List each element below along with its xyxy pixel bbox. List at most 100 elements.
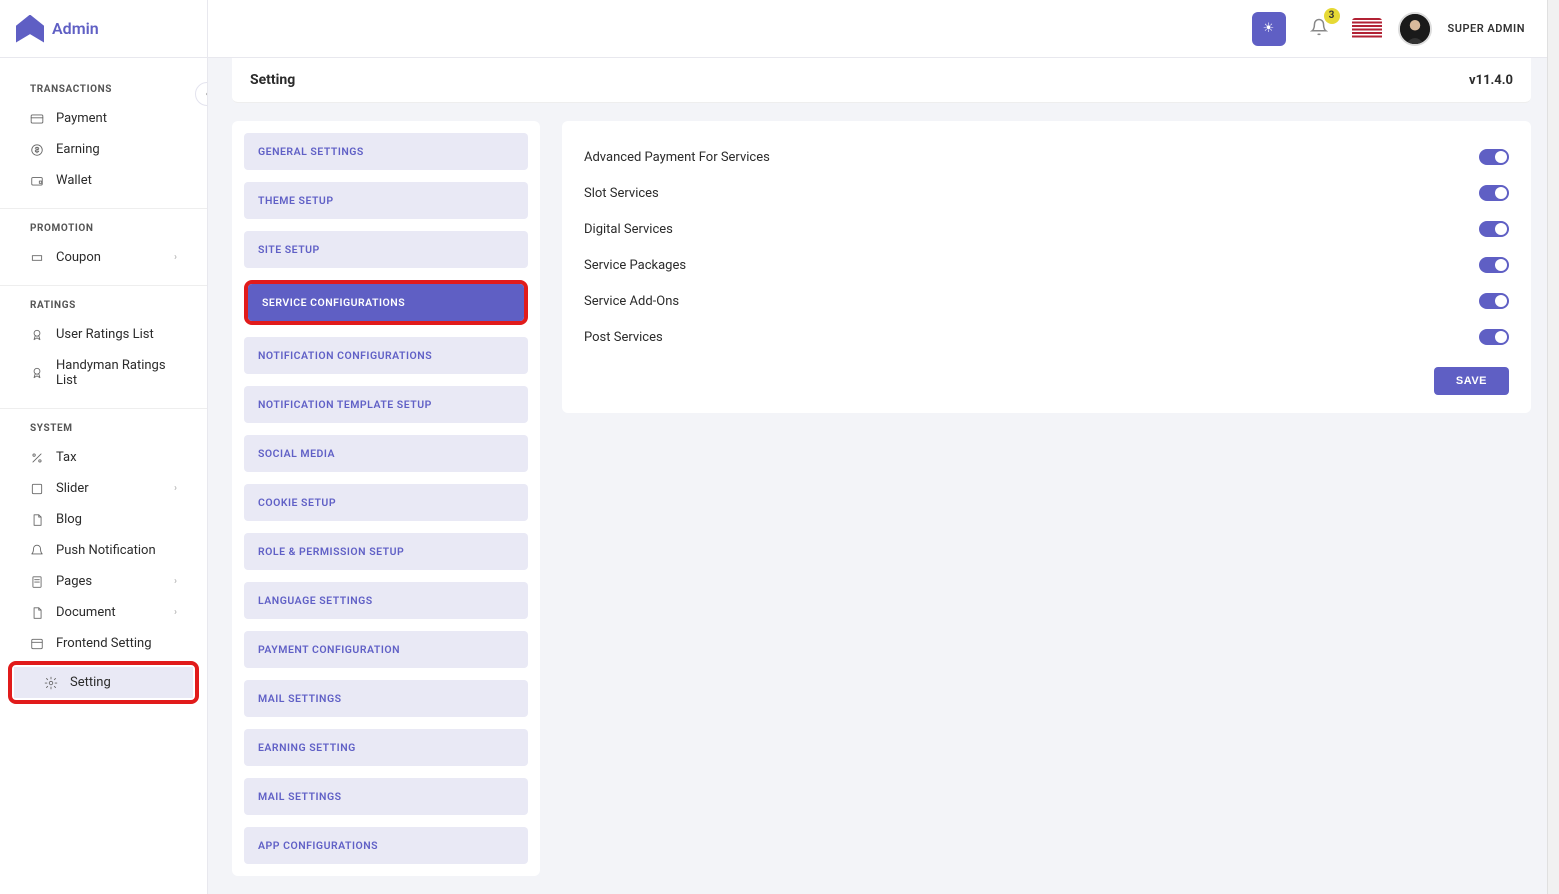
config-row: Advanced Payment For Services bbox=[584, 139, 1509, 175]
sidebar-item-pages[interactable]: Pages › bbox=[0, 566, 207, 597]
theme-toggle-button[interactable]: ☀ bbox=[1252, 12, 1286, 46]
tab-site-setup[interactable]: SITE SETUP bbox=[244, 231, 528, 268]
config-panel: Advanced Payment For Services Slot Servic… bbox=[562, 121, 1531, 413]
toggle-advanced-payment-for-services[interactable] bbox=[1479, 149, 1509, 165]
notifications-badge: 3 bbox=[1324, 8, 1340, 24]
tab-mail-settings[interactable]: MAIL SETTINGS bbox=[244, 778, 528, 815]
tab-notification-template-setup[interactable]: NOTIFICATION TEMPLATE SETUP bbox=[244, 386, 528, 423]
toggle-slot-services[interactable] bbox=[1479, 185, 1509, 201]
doc-icon bbox=[30, 606, 44, 620]
bell-icon bbox=[30, 544, 44, 558]
doc-icon bbox=[30, 513, 44, 527]
sidebar-item-payment[interactable]: Payment bbox=[0, 103, 207, 134]
sidebar-item-label: Frontend Setting bbox=[56, 636, 152, 651]
save-button[interactable]: SAVE bbox=[1434, 367, 1509, 395]
badge-icon bbox=[30, 328, 44, 342]
brand-name: Admin bbox=[52, 19, 99, 38]
tab-app-configurations[interactable]: APP CONFIGURATIONS bbox=[244, 827, 528, 864]
settings-tab-panel: GENERAL SETTINGS THEME SETUP SITE SETUP SER… bbox=[232, 121, 540, 876]
sidebar-item-label: Payment bbox=[56, 111, 107, 126]
toggle-service-add-ons[interactable] bbox=[1479, 293, 1509, 309]
sidebar-header: Admin bbox=[0, 0, 207, 58]
tab-mail-settings[interactable]: MAIL SETTINGS bbox=[244, 680, 528, 717]
chevron-left-icon: ‹ bbox=[205, 89, 207, 100]
tab-notification-configurations[interactable]: NOTIFICATION CONFIGURATIONS bbox=[244, 337, 528, 374]
tab-payment-configuration[interactable]: PAYMENT CONFIGURATION bbox=[244, 631, 528, 668]
tab-language-settings[interactable]: LANGUAGE SETTINGS bbox=[244, 582, 528, 619]
section-title: RATINGS bbox=[0, 286, 207, 319]
dollar-icon bbox=[30, 143, 44, 157]
sidebar-item-label: Pages bbox=[56, 574, 92, 589]
card-icon bbox=[30, 112, 44, 126]
sidebar-item-label: Tax bbox=[56, 450, 77, 465]
sidebar-item-user-ratings-list[interactable]: User Ratings List bbox=[0, 319, 207, 350]
config-row: Digital Services bbox=[584, 211, 1509, 247]
logo-icon bbox=[16, 15, 44, 43]
config-label: Advanced Payment For Services bbox=[584, 150, 770, 165]
gear-icon bbox=[44, 676, 58, 690]
toggle-service-packages[interactable] bbox=[1479, 257, 1509, 273]
sidebar-item-label: Slider bbox=[56, 481, 89, 496]
username-label[interactable]: SUPER ADMIN bbox=[1448, 22, 1526, 35]
toggle-post-services[interactable] bbox=[1479, 329, 1509, 345]
chevron-right-icon: › bbox=[174, 483, 177, 494]
wallet-icon bbox=[30, 174, 44, 188]
sidebar-item-wallet[interactable]: Wallet bbox=[0, 165, 207, 196]
highlight-box: Setting bbox=[8, 661, 199, 704]
config-row: Service Add-Ons bbox=[584, 283, 1509, 319]
sidebar-item-setting[interactable]: Setting bbox=[14, 667, 193, 698]
sidebar-item-label: User Ratings List bbox=[56, 327, 154, 342]
config-label: Service Packages bbox=[584, 258, 686, 273]
tab-cookie-setup[interactable]: COOKIE SETUP bbox=[244, 484, 528, 521]
avatar[interactable] bbox=[1398, 12, 1432, 46]
config-label: Post Services bbox=[584, 330, 663, 345]
ticket-icon bbox=[30, 251, 44, 265]
content: GENERAL SETTINGS THEME SETUP SITE SETUP SER… bbox=[208, 103, 1547, 894]
sidebar-item-label: Wallet bbox=[56, 173, 92, 188]
section-title: TRANSACTIONS bbox=[0, 70, 207, 103]
sidebar-item-blog[interactable]: Blog bbox=[0, 504, 207, 535]
sidebar-item-label: Earning bbox=[56, 142, 100, 157]
chevron-right-icon: › bbox=[174, 252, 177, 263]
main: ☀ 3 SUPER ADMIN Setting v11.4.0 GENERAL … bbox=[208, 0, 1547, 894]
page-header: Setting v11.4.0 bbox=[232, 58, 1531, 103]
scrollbar-track[interactable] bbox=[1547, 0, 1559, 894]
tab-service-configurations[interactable]: SERVICE CONFIGURATIONS bbox=[248, 284, 524, 321]
config-label: Service Add-Ons bbox=[584, 294, 679, 309]
sidebar-item-tax[interactable]: Tax bbox=[0, 442, 207, 473]
toggle-digital-services[interactable] bbox=[1479, 221, 1509, 237]
sidebar-item-label: Setting bbox=[70, 675, 111, 690]
tab-theme-setup[interactable]: THEME SETUP bbox=[244, 182, 528, 219]
sidebar-item-coupon[interactable]: Coupon › bbox=[0, 242, 207, 273]
page-title: Setting bbox=[250, 72, 295, 88]
sidebar-item-slider[interactable]: Slider › bbox=[0, 473, 207, 504]
tab-social-media[interactable]: SOCIAL MEDIA bbox=[244, 435, 528, 472]
sidebar-item-label: Coupon bbox=[56, 250, 101, 265]
sidebar-item-frontend-setting[interactable]: Frontend Setting bbox=[0, 628, 207, 659]
sidebar-item-label: Blog bbox=[56, 512, 82, 527]
chevron-right-icon: › bbox=[174, 607, 177, 618]
sidebar-item-document[interactable]: Document › bbox=[0, 597, 207, 628]
sidebar-item-earning[interactable]: Earning bbox=[0, 134, 207, 165]
language-flag-button[interactable] bbox=[1352, 18, 1382, 40]
notifications-button[interactable]: 3 bbox=[1302, 12, 1336, 46]
badge-icon bbox=[30, 366, 44, 380]
sun-icon: ☀ bbox=[1263, 21, 1275, 36]
config-label: Digital Services bbox=[584, 222, 673, 237]
chevron-right-icon: › bbox=[174, 576, 177, 587]
section-title: SYSTEM bbox=[0, 409, 207, 442]
highlight-box: SERVICE CONFIGURATIONS bbox=[244, 280, 528, 325]
tab-earning-setting[interactable]: EARNING SETTING bbox=[244, 729, 528, 766]
page-icon bbox=[30, 575, 44, 589]
topbar: ☀ 3 SUPER ADMIN bbox=[208, 0, 1547, 58]
tab-general-settings[interactable]: GENERAL SETTINGS bbox=[244, 133, 528, 170]
config-row: Slot Services bbox=[584, 175, 1509, 211]
sidebar-item-handyman-ratings-list[interactable]: Handyman Ratings List bbox=[0, 350, 207, 396]
config-row: Service Packages bbox=[584, 247, 1509, 283]
sidebar-item-label: Handyman Ratings List bbox=[56, 358, 177, 388]
section-title: PROMOTION bbox=[0, 209, 207, 242]
tab-role-permission-setup[interactable]: ROLE & PERMISSION SETUP bbox=[244, 533, 528, 570]
sidebar-item-push-notification[interactable]: Push Notification bbox=[0, 535, 207, 566]
config-label: Slot Services bbox=[584, 186, 659, 201]
sidebar-item-label: Document bbox=[56, 605, 116, 620]
